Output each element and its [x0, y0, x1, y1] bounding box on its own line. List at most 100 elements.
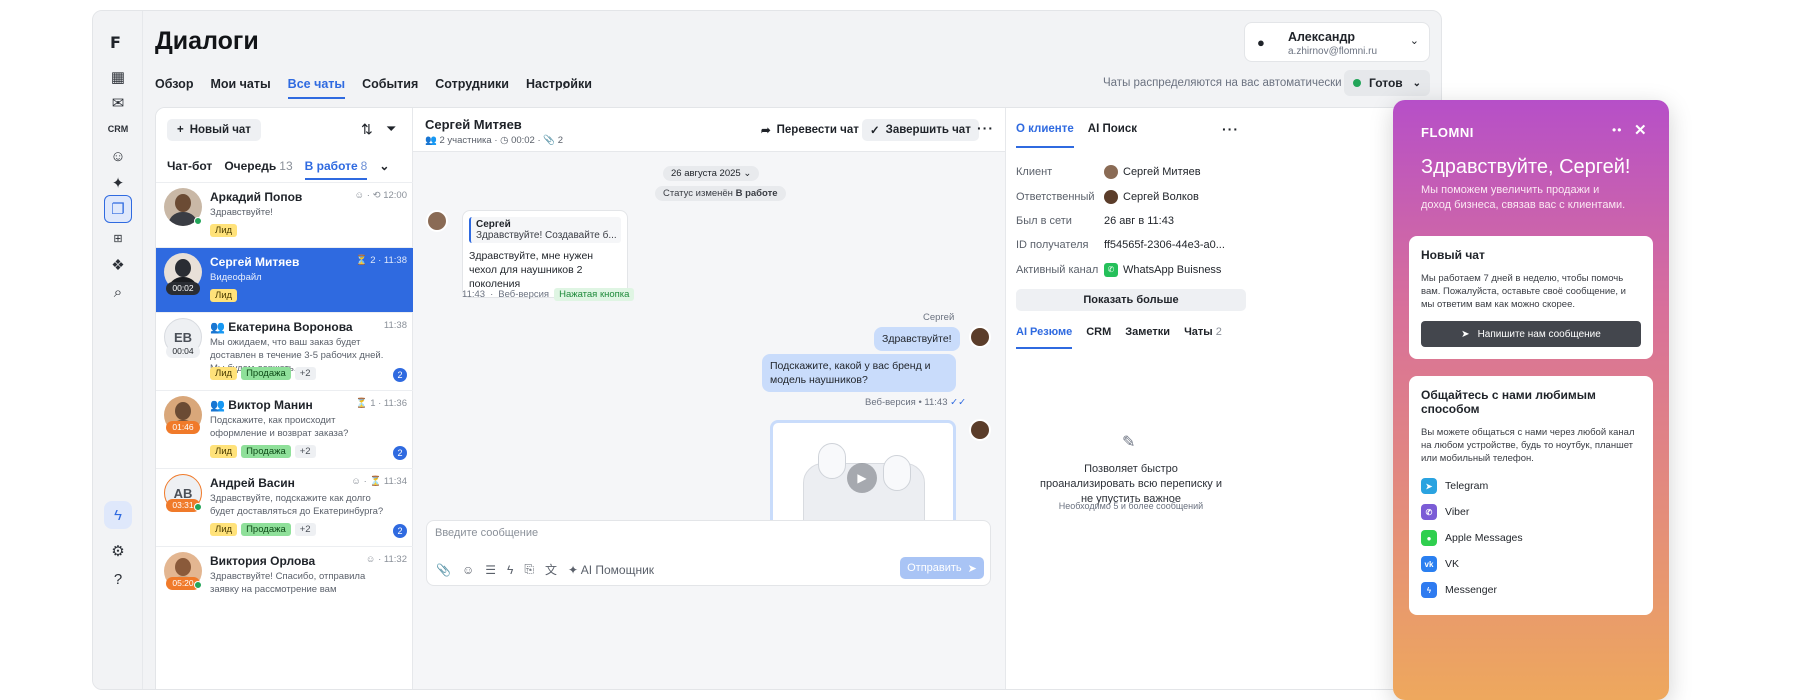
card-title: Новый чат [1421, 248, 1485, 262]
new-chat-button[interactable]: + Новый чат [167, 119, 261, 141]
channels-card: Общайтесь с нами любимым способом Вы мож… [1409, 376, 1653, 615]
tab-crm[interactable]: CRM [1086, 326, 1111, 349]
flash-icon[interactable]: ϟ [104, 501, 132, 529]
tab-queue[interactable]: Очередь 13 [224, 159, 292, 180]
list-item[interactable]: 05:20 Виктория Орлова ☺ · 11:32 Здравств… [156, 546, 413, 606]
list-item[interactable]: Аркадий Попов ☺ · ⟲ 12:00 Здравствуйте! … [156, 182, 413, 247]
status-dropdown[interactable]: Готов ⌄ [1344, 70, 1430, 96]
message-composer[interactable]: Введите сообщение 📎 ☺ ☰ ϟ ⎘ 文 ✦ AI Помощ… [426, 520, 991, 586]
show-more-button[interactable]: Показать больше [1016, 289, 1246, 311]
unread-badge: 2 [393, 368, 407, 382]
flash-icon[interactable]: ϟ [507, 563, 513, 577]
crm-icon[interactable]: CRM [106, 117, 130, 141]
send-icon: ➤ [967, 562, 977, 575]
transfer-chat-button[interactable]: ➦ Перевести чат [753, 119, 867, 141]
item-time: 12:00 [383, 190, 407, 201]
tab-overview[interactable]: Обзор [155, 77, 193, 99]
tab-notes[interactable]: Заметки [1125, 326, 1170, 349]
chevron-down-icon[interactable]: ⌄ [379, 159, 389, 180]
attach-icon[interactable]: 📎 [436, 563, 451, 577]
ai-summary-hint: Необходимо 5 и более сообщений [1058, 501, 1204, 511]
list-item[interactable]: АВ 03:31 Андрей Васин ☺ · ⏳ 11:34 Здравс… [156, 468, 413, 546]
channel-label: Активный канал [1016, 264, 1099, 276]
list-item-selected[interactable]: 00:02 Сергей Митяев ⏳ 2 · 11:38 Видеофай… [156, 247, 413, 312]
help-icon[interactable]: ? [106, 567, 130, 591]
analytics-icon[interactable]: ⊞ [106, 226, 130, 250]
user-menu[interactable]: ● Александр a.zhirnov@flomni.ru ⌄ [1244, 22, 1430, 62]
channel-viber[interactable]: ✆ Viber [1421, 499, 1641, 525]
tags: Лид Продажа +2 [210, 523, 316, 536]
send-button[interactable]: Отправить ➤ [900, 557, 984, 579]
search-icon[interactable]: ⌕ [106, 280, 130, 304]
play-icon[interactable]: ▶ [847, 463, 877, 493]
tag: +2 [294, 445, 316, 458]
status-label: Готов [1369, 76, 1403, 90]
tab-chats[interactable]: Чаты 2 [1184, 326, 1222, 349]
item-meta: ☺ · ⟲ 12:00 [354, 190, 407, 201]
ai-helper-button[interactable]: ✦ AI Помощник [568, 563, 654, 577]
last-seen-label: Был в сети [1016, 215, 1072, 227]
tab-employees[interactable]: Сотрудники [435, 77, 509, 99]
more-icon[interactable]: ··· [977, 120, 994, 136]
operator-avatar [969, 419, 991, 441]
filter-icon[interactable]: ⏷ [386, 121, 396, 137]
preview-text: Видеофайл [210, 272, 262, 283]
tag: Продажа [241, 523, 291, 536]
app-window: F ▦ ✉ CRM ☺ ✦ ❐ ⊞ ❖ ⌕ ϟ ⚙ ? Диалоги Обзо… [92, 10, 1442, 690]
incoming-meta: 11:43 · Веб-версия Нажатая кнопка [462, 288, 635, 301]
sort-icon[interactable]: ⇅ [361, 121, 373, 138]
channel-messenger[interactable]: ϟ Messenger [1421, 577, 1641, 603]
tab-events[interactable]: События [362, 77, 418, 99]
widget-menu-icon[interactable]: •• [1612, 123, 1622, 137]
chat-header: Сергей Митяев 👥 2 участника · ◷ 00:02 · … [413, 108, 1005, 152]
logo-icon[interactable]: F [110, 33, 121, 52]
tab-label: AI Резюме [1016, 326, 1073, 338]
tab-chatbot[interactable]: Чат-бот [167, 159, 212, 180]
main-panel: + Новый чат ⇅ ⏷ Чат-бот Очередь 13 В рабо… [155, 107, 1441, 689]
responsible-value-text: Сергей Волков [1123, 191, 1199, 203]
header-search-icon[interactable]: ⌕ [563, 76, 571, 93]
templates-icon[interactable]: ☰ [485, 563, 496, 577]
channel-vk[interactable]: vk VK [1421, 551, 1641, 577]
list-item[interactable]: 01:46 👥 Виктор Манин ⏳ 1 · 11:36 Подскаж… [156, 390, 413, 468]
list-item[interactable]: ЕВ 00:04 👥 Екатерина Воронова 11:38 Мы о… [156, 312, 413, 390]
tab-my-chats[interactable]: Мои чаты [210, 77, 270, 99]
dashboard-icon[interactable]: ▦ [106, 65, 130, 89]
gear-icon[interactable]: ⚙ [106, 539, 130, 563]
plus-icon: + [177, 124, 184, 136]
contact-name-text: Виктор Манин [228, 398, 313, 412]
client-value: Сергей Митяев [1104, 165, 1201, 179]
bookmark-icon[interactable]: ⎘ [524, 562, 534, 577]
tab-ai-summary[interactable]: AI Резюме [1016, 326, 1073, 349]
bot-icon[interactable]: ☺ [106, 144, 130, 168]
item-time: 11:34 [383, 476, 407, 487]
user-name: Александр [1288, 30, 1356, 44]
finish-chat-button[interactable]: ✓ Завершить чат [862, 119, 979, 141]
chat-list: + Новый чат ⇅ ⏷ Чат-бот Очередь 13 В рабо… [156, 108, 413, 689]
tab-in-work[interactable]: В работе 8 [304, 159, 368, 180]
channel-apple-messages[interactable]: ● Apple Messages [1421, 525, 1641, 551]
video-attachment[interactable]: ▶ [770, 420, 956, 530]
translate-icon[interactable]: 文 [545, 561, 557, 578]
close-icon[interactable]: ✕ [1634, 121, 1647, 139]
mail-icon[interactable]: ✉ [106, 91, 130, 115]
sparkle-icon[interactable]: ✦ [106, 171, 130, 195]
tab-ai-search[interactable]: AI Поиск [1088, 123, 1137, 148]
channel-name: Telegram [1445, 480, 1489, 492]
client-value-text: Сергей Митяев [1123, 166, 1201, 178]
write-message-button[interactable]: ➤ Напишите нам сообщение [1421, 321, 1641, 347]
user-icon: ● [1257, 35, 1265, 50]
quoted-message[interactable]: Сергей Здравствуйте! Создавайте б... [469, 217, 621, 243]
date-pill[interactable]: 26 августа 2025 ⌄ [663, 166, 760, 181]
timer: 00:02 [166, 282, 200, 295]
tab-about-client[interactable]: О клиенте [1016, 123, 1074, 148]
tab-all-chats[interactable]: Все чаты [287, 77, 346, 99]
more-icon[interactable]: ··· [1222, 121, 1239, 137]
chats-icon[interactable]: ❐ [104, 195, 132, 223]
emoji-icon[interactable]: ☺ [462, 563, 474, 577]
tab-settings[interactable]: Настройки [526, 77, 592, 99]
knowledge-icon[interactable]: ❖ [106, 253, 130, 277]
avatar [1104, 165, 1118, 179]
channel-telegram[interactable]: ➤ Telegram [1421, 473, 1641, 499]
responsible-value: Сергей Волков [1104, 190, 1199, 204]
